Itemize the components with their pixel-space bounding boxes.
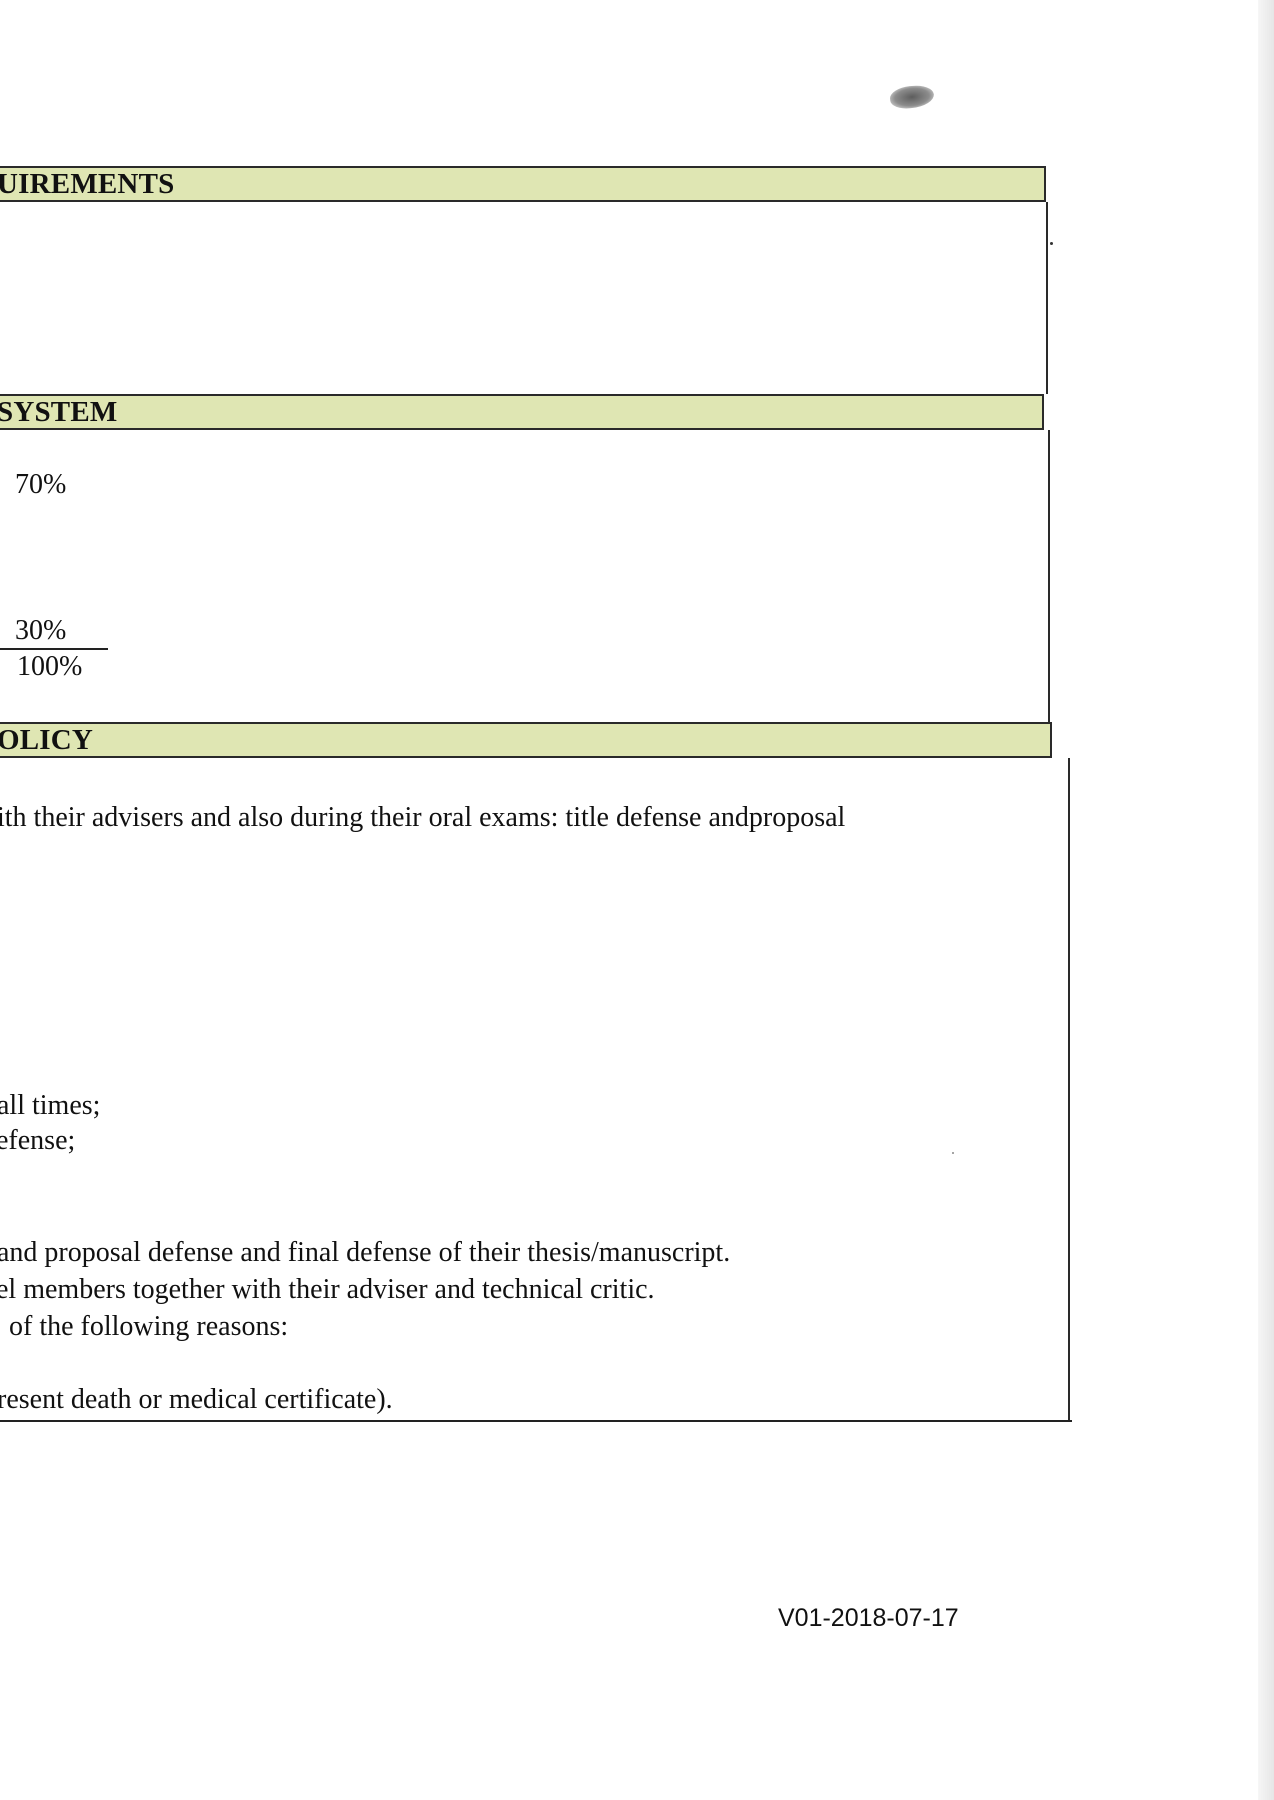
policy-line: of the following reasons: — [9, 1311, 289, 1342]
policy-line: el members together with their adviser a… — [0, 1274, 655, 1305]
policy-section-header: OLICY — [0, 722, 1052, 758]
policy-line: efense; — [0, 1125, 76, 1156]
policy-line: and proposal defense and final defense o… — [0, 1237, 731, 1268]
grading-section-body — [0, 430, 1050, 724]
requirements-section-title: UIREMENTS — [0, 168, 175, 200]
requirements-section-body — [0, 202, 1048, 394]
policy-section-title: OLICY — [0, 724, 94, 756]
grading-total: 100% — [17, 651, 83, 682]
policy-line: ith their advisers and also during their… — [0, 802, 846, 833]
stray-dot — [1050, 242, 1053, 245]
grading-value-1: 70% — [15, 469, 67, 500]
policy-bottom-border — [0, 1420, 1072, 1422]
grading-section-title: SYSTEM — [0, 396, 118, 428]
grading-value-2: 30% — [15, 615, 67, 646]
grading-section-header: SYSTEM — [0, 394, 1044, 430]
policy-line: resent death or medical certificate). — [0, 1384, 393, 1415]
policy-line: all times; — [0, 1090, 101, 1121]
version-code: V01-2018-07-17 — [778, 1604, 959, 1632]
scan-smudge — [888, 83, 936, 111]
page-edge-shadow — [1258, 0, 1274, 1800]
requirements-section-header: UIREMENTS — [0, 166, 1046, 202]
